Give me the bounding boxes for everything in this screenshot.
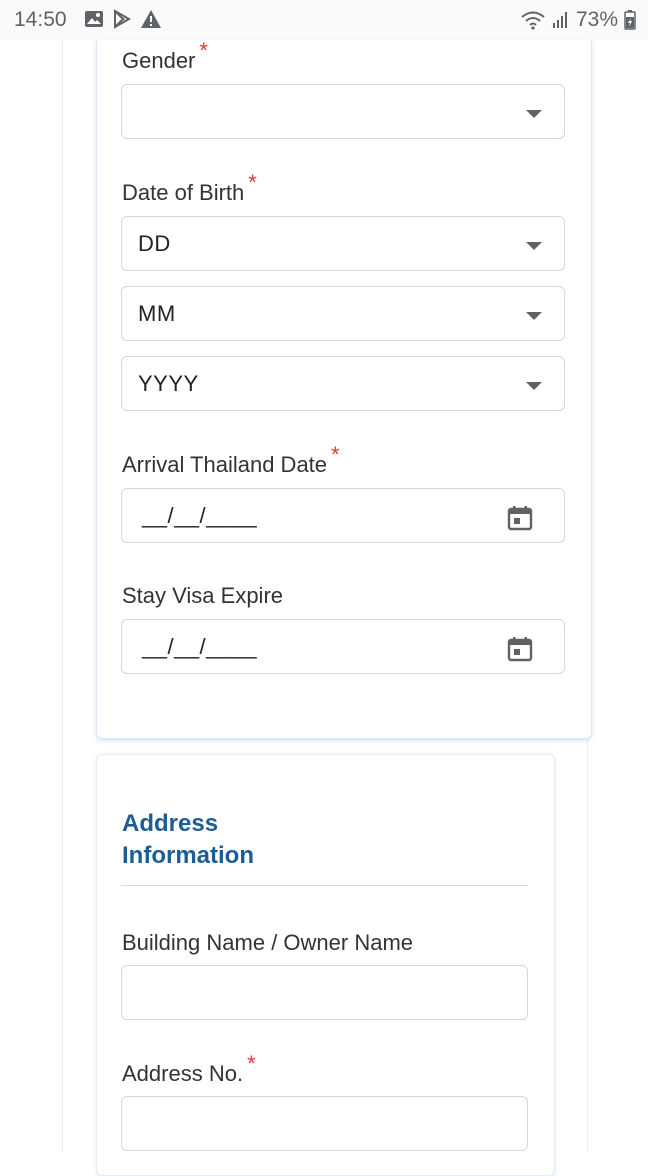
chevron-down-icon bbox=[526, 312, 542, 320]
building-name-label: Building Name / Owner Name bbox=[122, 930, 414, 955]
status-time: 14:50 bbox=[14, 8, 67, 31]
battery-icon bbox=[624, 10, 636, 30]
dob-year-select[interactable]: YYYY bbox=[121, 356, 565, 411]
building-name-input[interactable] bbox=[121, 965, 528, 1020]
battery-percent: 73% bbox=[575, 8, 618, 31]
section-divider bbox=[121, 885, 528, 886]
address-no-label: Address No. * bbox=[122, 1051, 256, 1086]
dob-month-select[interactable]: MM bbox=[121, 286, 565, 341]
chevron-down-icon bbox=[526, 242, 542, 250]
address-no-input[interactable] bbox=[121, 1096, 528, 1151]
calendar-icon[interactable] bbox=[506, 504, 534, 537]
gender-select[interactable] bbox=[121, 84, 565, 139]
status-bar: 14:50 73% bbox=[0, 0, 648, 40]
warning-icon bbox=[140, 9, 162, 29]
gender-label: Gender * bbox=[122, 38, 208, 73]
gallery-icon bbox=[84, 10, 104, 28]
calendar-icon[interactable] bbox=[506, 635, 534, 668]
wifi-icon bbox=[520, 10, 546, 30]
dob-month-value: MM bbox=[138, 301, 176, 326]
arrival-date-input[interactable]: __/__/____ bbox=[121, 488, 565, 543]
signal-icon bbox=[552, 11, 570, 29]
dob-year-value: YYYY bbox=[138, 371, 199, 396]
system-icons: 73% bbox=[520, 8, 636, 32]
required-marker: * bbox=[199, 38, 208, 63]
chevron-down-icon bbox=[526, 382, 542, 390]
visa-expire-value: __/__/____ bbox=[142, 634, 258, 659]
dob-day-select[interactable]: DD bbox=[121, 216, 565, 271]
play-store-icon bbox=[112, 9, 132, 29]
visa-expire-label: Stay Visa Expire bbox=[122, 583, 284, 608]
arrival-date-label: Arrival Thailand Date * bbox=[122, 442, 340, 477]
required-marker: * bbox=[247, 1051, 256, 1076]
required-marker: * bbox=[248, 170, 257, 195]
section-title: Address Information bbox=[122, 810, 254, 869]
notification-icons bbox=[84, 9, 162, 29]
required-marker: * bbox=[331, 442, 340, 467]
dob-day-value: DD bbox=[138, 231, 171, 256]
arrival-date-value: __/__/____ bbox=[142, 503, 258, 528]
chevron-down-icon bbox=[526, 110, 542, 118]
visa-expire-input[interactable]: __/__/____ bbox=[121, 619, 565, 674]
dob-label: Date of Birth * bbox=[122, 170, 257, 205]
